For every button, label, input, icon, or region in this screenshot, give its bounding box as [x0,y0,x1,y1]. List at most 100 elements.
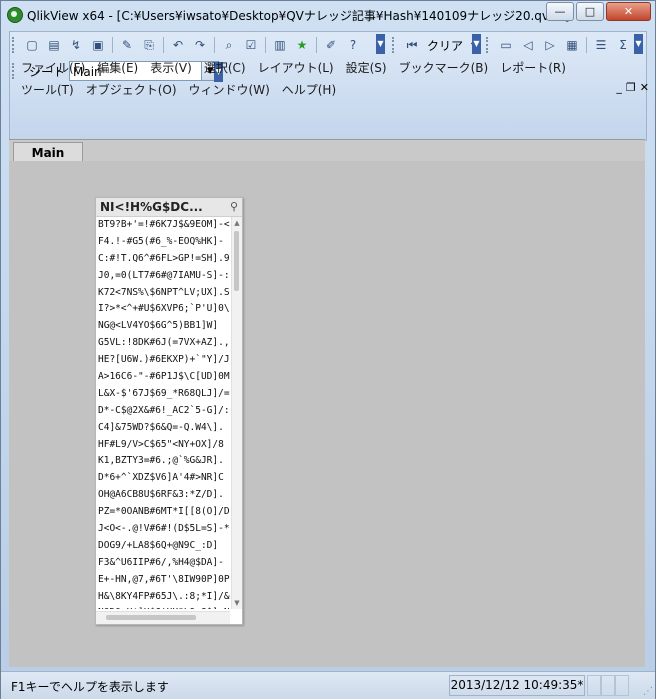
list-item[interactable]: PZ=*0OANB#6MT*I[[8(O]/D [96,504,230,521]
list-box-icon[interactable]: ☰ [593,37,609,53]
navigation-toolbar: ⏮ クリア ▾ [390,34,481,56]
clear-button[interactable]: クリア [427,37,463,54]
status-pane [587,675,601,696]
help-icon[interactable]: ? [345,37,361,53]
open-icon[interactable]: ▤ [46,37,62,53]
qlikview-app-icon[interactable] [7,7,23,23]
new-icon[interactable]: ▢ [24,37,40,53]
scroll-down-icon[interactable]: ▼ [233,599,241,607]
sigma-icon[interactable]: Σ [615,37,631,53]
menu-bookmarks[interactable]: ブックマーク(B) [393,59,495,76]
list-item[interactable]: DOG9/+LA8$6Q+@N9C_:D] [96,538,230,555]
maximize-button[interactable]: □ [576,2,604,21]
toolbar-grip[interactable] [12,37,19,53]
list-item[interactable]: K72<7NS%\$6NPT^LV;UX].S [96,285,230,302]
redo-icon[interactable]: ↷ [192,37,208,53]
title-bar[interactable]: QlikView x64 - [C:¥Users¥iwsato¥Desktop¥… [1,1,655,27]
promote-sheet-icon[interactable]: ◁ [520,37,536,53]
list-item[interactable]: J0,=0(LT7#6#@7IAMU-S]-: [96,268,230,285]
list-item[interactable]: OH@A6CB8U$6RF&3:*Z/D]. [96,487,230,504]
edit-icon[interactable]: ✐ [323,37,339,53]
menu-help[interactable]: ヘルプ(H) [276,81,342,98]
undo-icon[interactable]: ↶ [170,37,186,53]
toolbar-grip[interactable] [486,37,493,53]
list-item[interactable]: D*-C$@2X&#6!_AC2`5-G]/: [96,403,230,420]
menu-settings[interactable]: 設定(S) [340,59,393,76]
doc-restore-button[interactable]: ❐ [626,81,636,94]
design-toolbar: ▭ ◁ ▷ ▦ ☰ Σ [484,34,634,56]
list-item[interactable]: C4]&75WD?$6&Q=-Q.W4\]. [96,420,230,437]
scroll-up-icon[interactable]: ▲ [233,219,241,227]
toolbar-separator [112,37,113,53]
list-item[interactable]: NQDO>X*]X$6'UX"L9=8^]-N [96,605,230,609]
list-box-caption[interactable]: NI<!H%G$DC... ⚲ [96,198,242,217]
reload-script-icon[interactable]: ⎘ [141,37,157,53]
toolbar-grip[interactable] [392,37,399,53]
horizontal-scrollbar[interactable] [96,611,230,624]
toolbar-overflow-icon[interactable]: ▼ [376,34,385,54]
reload-icon[interactable]: ↯ [68,37,84,53]
back-icon[interactable]: ⏮ [404,37,420,53]
list-item[interactable]: A>16C6-"-#6P1J$\C[UD]0M [96,369,230,386]
menu-object[interactable]: オブジェクト(O) [80,81,183,98]
save-icon[interactable]: ▣ [90,37,106,53]
list-item[interactable]: C:#!T.Q6^#6FL>GP!=SH].9 [96,251,230,268]
menu-reports[interactable]: レポート(R) [494,59,572,76]
edit-script-icon[interactable]: ✎ [119,37,135,53]
doc-minimize-button[interactable]: _ [616,81,622,94]
doc-close-button[interactable]: ✕ [640,81,649,94]
list-box-title: NI<!H%G$DC... [100,200,203,214]
status-timestamp: 2013/12/12 10:49:35* [449,675,585,696]
list-item[interactable]: HF#L9/V>C$65"<NY+OX]/8 [96,437,230,454]
close-button[interactable]: ✕ [606,2,651,21]
scroll-thumb[interactable] [106,615,196,620]
toolbar-overflow-icon[interactable]: ▼ [634,34,643,54]
status-bar: F1キーでヘルプを表示します 2013/12/12 10:49:35* ⋰ [1,671,655,699]
list-item[interactable]: E+-HN,@7,#6T'\8IW90P]0P [96,572,230,589]
scroll-thumb[interactable] [234,231,239,291]
list-item[interactable]: BT9?B+'=!#6K7J$&9EOM]-< [96,217,230,234]
menu-layout[interactable]: レイアウト(L) [252,59,340,76]
list-item[interactable]: D*6+^`XDZ$V6]A'4#>NR]C [96,470,230,487]
list-item[interactable]: F4.!-#G5(#6_%-EOQ%HK]- [96,234,230,251]
new-sheet-icon[interactable]: ▭ [498,37,514,53]
toolbar-overflow-icon[interactable]: ▼ [472,34,481,54]
search-icon[interactable]: ⌕ [221,37,237,53]
status-pane [601,675,615,696]
menu-selections[interactable]: 選択(C) [198,59,252,76]
list-item[interactable]: I?>*<^+#U$6XVP6;`P'U]0\ [96,301,230,318]
toolbar-separator [163,37,164,53]
qlikview-window: QlikView x64 - [C:¥Users¥iwsato¥Desktop¥… [0,0,656,699]
sheet-properties-icon[interactable]: ▦ [564,37,580,53]
list-item[interactable]: K1,BZTY3=#6.;@`%G&JR]. [96,453,230,470]
toolbar-separator [265,37,266,53]
chart-wizard-icon[interactable]: ▥ [272,37,288,53]
menu-tools[interactable]: ツール(T) [15,81,80,98]
check-icon[interactable]: ☑ [243,37,259,53]
list-item[interactable]: H&\8KY4FP#65J\.:8;*I]/&9_ [96,589,230,606]
star-icon[interactable]: ★ [294,37,310,53]
minimize-button[interactable]: — [546,2,574,21]
list-item[interactable]: F3&^U6IIP#6/,%H4@$DA]- [96,555,230,572]
status-help-text: F1キーでヘルプを表示します [11,680,169,694]
menu-file[interactable]: ファイル(F) [15,59,91,76]
status-pane [615,675,629,696]
vertical-scrollbar[interactable]: ▲ ▼ [231,217,242,609]
toolbar-separator [316,37,317,53]
tab-main[interactable]: Main [13,142,83,163]
list-item[interactable]: G5VL:!8DK#6J(=7VX+AZ].,( [96,335,230,352]
list-item[interactable]: HE?[U6W.)#6EKXP)+`"Y]/J` [96,352,230,369]
list-box[interactable]: NI<!H%G$DC... ⚲ BT9?B+'=!#6K7J$&9EOM]-< F… [95,197,243,625]
search-icon[interactable]: ⚲ [230,200,238,213]
menu-window[interactable]: ウィンドウ(W) [183,81,276,98]
menu-bar: ファイル(F) 編集(E) 表示(V) 選択(C) レイアウト(L) 設定(S)… [15,59,572,76]
resize-grip-icon[interactable]: ⋰ [643,686,653,697]
menu-bar-row-2: ツール(T) オブジェクト(O) ウィンドウ(W) ヘルプ(H) [15,81,342,98]
list-item[interactable]: J<O<-.@!V#6#!(D$5L=S]-* [96,521,230,538]
menu-view[interactable]: 表示(V) [144,59,198,76]
menu-edit[interactable]: 編集(E) [91,59,144,76]
standard-toolbar: ▢ ▤ ↯ ▣ ✎ ⎘ ↶ ↷ ⌕ ☑ ▥ ★ ✐ ? [10,34,364,56]
demote-sheet-icon[interactable]: ▷ [542,37,558,53]
list-item[interactable]: L&X-$'67J$69_*R68QLJ]/=( [96,386,230,403]
list-item[interactable]: NG@<LV4YO$6G^5)BB1]W] [96,318,230,335]
